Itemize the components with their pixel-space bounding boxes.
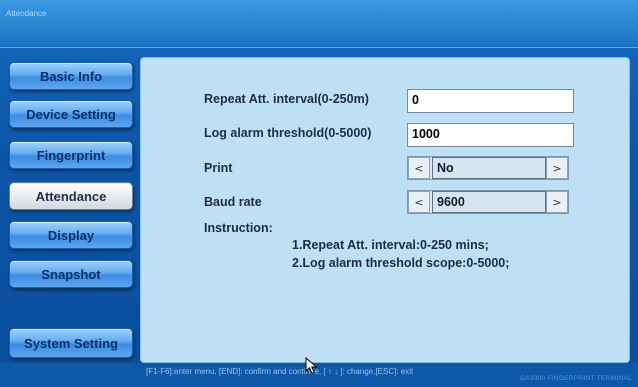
menu-display-label: Display xyxy=(47,227,95,243)
baud-rate-label: Baud rate xyxy=(204,195,262,209)
status-bar: [F1-F6]:enter menu, [END]: confirm and c… xyxy=(0,363,638,387)
menu-fingerprint-label: Fingerprint xyxy=(36,147,106,163)
repeat-interval-label: Repeat Att. interval(0-250m) xyxy=(204,92,369,106)
log-alarm-label: Log alarm threshold(0-5000) xyxy=(204,126,372,140)
title-bar: Attendance xyxy=(0,0,638,48)
menu-snapshot-label: Snapshot xyxy=(41,266,101,282)
instruction-line-1: 1.Repeat Att. interval:0-250 mins; xyxy=(292,238,489,252)
menu-device-setting-label: Device Setting xyxy=(26,106,116,122)
print-value: No xyxy=(432,157,546,179)
key-hint-text: [F1-F6]:enter menu, [END]: confirm and c… xyxy=(146,367,414,376)
menu-basic-info[interactable]: Basic Info xyxy=(9,62,133,90)
menu-display[interactable]: Display xyxy=(9,221,133,249)
menu-basic-info-label: Basic Info xyxy=(39,68,103,84)
instruction-line-2: 2.Log alarm threshold scope:0-5000; xyxy=(292,256,510,270)
baud-rate-value: 9600 xyxy=(432,191,546,213)
menu-system-setting-label: System Setting xyxy=(24,335,118,351)
menu-attendance[interactable]: Attendance xyxy=(9,182,133,210)
log-alarm-input[interactable]: 1000 xyxy=(407,123,574,147)
window-title: Attendance xyxy=(6,9,47,18)
instruction-label: Instruction: xyxy=(204,221,273,235)
repeat-interval-input[interactable]: 0 xyxy=(407,89,574,113)
baud-rate-selector: < 9600 > xyxy=(407,190,569,214)
terminal-screen: Attendance Basic Info Device Setting Fin… xyxy=(0,0,638,387)
menu-attendance-label: Attendance xyxy=(35,188,107,204)
menu-device-setting[interactable]: Device Setting xyxy=(9,100,133,128)
menu-snapshot[interactable]: Snapshot xyxy=(9,260,133,288)
print-selector: < No > xyxy=(407,156,569,180)
menu-fingerprint[interactable]: Fingerprint xyxy=(9,141,133,169)
print-label: Print xyxy=(204,161,233,175)
print-prev-button[interactable]: < xyxy=(408,157,430,179)
menu-system-setting[interactable]: System Setting xyxy=(9,328,133,358)
print-next-button[interactable]: > xyxy=(546,157,568,179)
brand-text: GA3000 FINGERPRINT TERMINAL xyxy=(519,375,632,382)
mouse-pointer-icon xyxy=(305,357,318,375)
baud-rate-prev-button[interactable]: < xyxy=(408,191,430,213)
baud-rate-next-button[interactable]: > xyxy=(546,191,568,213)
